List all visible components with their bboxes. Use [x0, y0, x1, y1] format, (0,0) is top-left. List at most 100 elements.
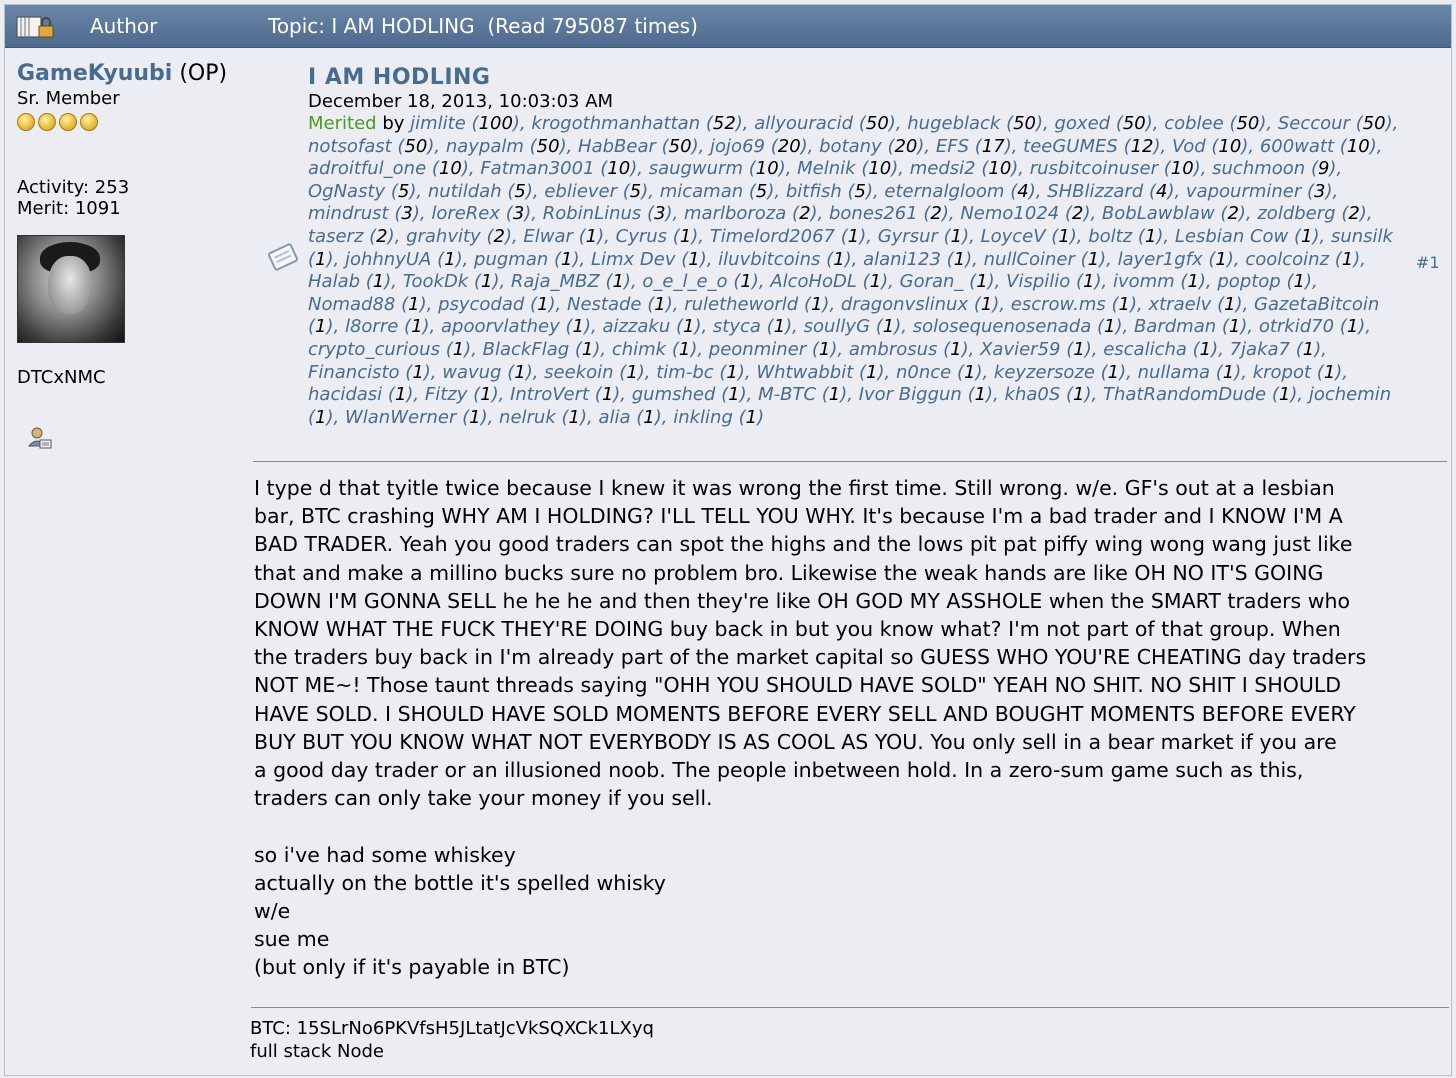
merit-user-link[interactable]: BlackFlag [483, 339, 570, 360]
merit-user-link[interactable]: Fitzy [425, 384, 468, 405]
merit-user-link[interactable]: styca [713, 316, 761, 337]
merit-user-link[interactable]: Gyrsur [878, 226, 938, 247]
merit-user-link[interactable]: zoldberg [1257, 203, 1335, 224]
merit-user-link[interactable]: ambrosus [849, 339, 938, 360]
merit-user-link[interactable]: hugeblack [907, 113, 1000, 134]
merit-user-link[interactable]: chimk [612, 339, 666, 360]
merit-user-link[interactable]: johhnyUA [345, 249, 431, 270]
merit-user-link[interactable]: psycodad [438, 294, 524, 315]
merit-user-link[interactable]: taserz [308, 226, 363, 247]
merit-user-link[interactable]: krogothmanhattan [531, 113, 700, 134]
poster-name-link[interactable]: GameKyuubi [17, 61, 172, 86]
merit-user-link[interactable]: dragonvslinux [841, 294, 968, 315]
merit-user-link[interactable]: inkling [673, 407, 733, 428]
merit-user-link[interactable]: Nomad88 [308, 294, 395, 315]
merit-user-link[interactable]: crypto_curious [308, 339, 440, 360]
merit-user-link[interactable]: Whtwabbit [756, 362, 853, 383]
merit-user-link[interactable]: soullyG [804, 316, 870, 337]
merit-user-link[interactable]: bones261 [829, 203, 918, 224]
merit-user-link[interactable]: goxed [1054, 113, 1110, 134]
merit-user-link[interactable]: Melnik [797, 158, 855, 179]
merit-user-link[interactable]: seekoin [544, 362, 613, 383]
merit-user-link[interactable]: keyzersoze [994, 362, 1095, 383]
merit-user-link[interactable]: Lesbian Cow [1175, 226, 1288, 247]
merit-user-link[interactable]: wavug [442, 362, 501, 383]
merit-user-link[interactable]: tim-bc [656, 362, 713, 383]
merit-user-link[interactable]: suchmoon [1212, 158, 1305, 179]
merit-user-link[interactable]: xtraelv [1148, 294, 1211, 315]
merit-user-link[interactable]: micaman [660, 181, 743, 202]
merit-user-link[interactable]: ThatRandomDude [1103, 384, 1266, 405]
merit-user-link[interactable]: aizzaku [602, 316, 670, 337]
merit-user-link[interactable]: allyouracid [754, 113, 853, 134]
merit-user-link[interactable]: mindrust [308, 203, 389, 224]
merit-user-link[interactable]: naypalm [446, 136, 524, 157]
merit-user-link[interactable]: Seccour [1278, 113, 1350, 134]
merit-user-link[interactable]: nelruk [499, 407, 556, 428]
merit-user-link[interactable]: gumshed [632, 384, 716, 405]
merit-user-link[interactable]: kha0S [1005, 384, 1061, 405]
merit-user-link[interactable]: l8orre [345, 316, 398, 337]
merit-user-link[interactable]: ebliever [544, 181, 617, 202]
merit-user-link[interactable]: layer1gfx [1118, 249, 1203, 270]
merit-user-link[interactable]: jochemin [1309, 384, 1391, 405]
merit-user-link[interactable]: RobinLinus [543, 203, 642, 224]
merit-user-link[interactable]: AlcoHoDL [770, 271, 857, 292]
merit-user-link[interactable]: alani123 [863, 249, 941, 270]
merit-user-link[interactable]: rusbitcoinuser [1030, 158, 1158, 179]
merit-user-link[interactable]: Ivor Biggun [859, 384, 962, 405]
merit-user-link[interactable]: iluvbitcoins [718, 249, 820, 270]
merit-user-link[interactable]: grahvity [406, 226, 481, 247]
post-number-link[interactable]: #1 [1416, 253, 1440, 272]
merit-user-link[interactable]: Timelord2067 [710, 226, 835, 247]
merit-user-link[interactable]: Fatman3001 [480, 158, 594, 179]
merit-user-link[interactable]: jojo69 [710, 136, 765, 157]
merit-user-link[interactable]: Raja_MBZ [511, 271, 600, 292]
merit-user-link[interactable]: hacidasi [308, 384, 382, 405]
merit-user-link[interactable]: peonminer [709, 339, 806, 360]
view-profile-icon[interactable] [27, 426, 247, 456]
merit-user-link[interactable]: IntroVert [510, 384, 589, 405]
merit-user-link[interactable]: BobLawblaw [1102, 203, 1215, 224]
merit-user-link[interactable]: nullama [1138, 362, 1210, 383]
merit-user-link[interactable]: Elwar [523, 226, 573, 247]
merit-user-link[interactable]: SHBlizzard [1047, 181, 1143, 202]
merit-user-link[interactable]: o_e_l_e_o [642, 271, 727, 292]
merit-user-link[interactable]: solosequenosenada [913, 316, 1092, 337]
merit-user-link[interactable]: WlanWerner [345, 407, 456, 428]
merit-user-link[interactable]: poptop [1217, 271, 1280, 292]
merit-user-link[interactable]: Vispilio [1006, 271, 1070, 292]
merit-user-link[interactable]: botany [819, 136, 882, 157]
merit-user-link[interactable]: notsofast [308, 136, 392, 157]
merit-user-link[interactable]: Nemo1024 [960, 203, 1059, 224]
merit-user-link[interactable]: loreRex [431, 203, 500, 224]
merit-user-link[interactable]: medsi2 [910, 158, 976, 179]
merit-user-link[interactable]: TookDk [403, 271, 469, 292]
merit-user-link[interactable]: vapourminer [1186, 181, 1301, 202]
post-title-link[interactable]: I AM HODLING [308, 65, 490, 90]
merit-user-link[interactable]: Goran_ [900, 271, 964, 292]
merit-user-link[interactable]: Financisto [308, 362, 400, 383]
merit-user-link[interactable]: kropot [1253, 362, 1311, 383]
merit-user-link[interactable]: Halab [308, 271, 360, 292]
merit-user-link[interactable]: eternalgloom [884, 181, 1004, 202]
merit-user-link[interactable]: nutildah [428, 181, 502, 202]
merit-user-link[interactable]: Bardman [1134, 316, 1216, 337]
merit-user-link[interactable]: otrkid70 [1259, 316, 1334, 337]
merit-user-link[interactable]: coolcoinz [1245, 249, 1329, 270]
merit-user-link[interactable]: pugman [474, 249, 548, 270]
merit-user-link[interactable]: 7jaka7 [1230, 339, 1290, 360]
merit-user-link[interactable]: bitfish [786, 181, 842, 202]
merit-user-link[interactable]: Limx Dev [591, 249, 676, 270]
merit-user-link[interactable]: nullCoiner [984, 249, 1075, 270]
merit-user-link[interactable]: Nestade [567, 294, 642, 315]
merit-user-link[interactable]: LoyceV [981, 226, 1046, 247]
merit-user-link[interactable]: coblee [1164, 113, 1223, 134]
merit-user-link[interactable]: escalicha [1103, 339, 1187, 360]
merit-user-link[interactable]: HabBear [578, 136, 656, 157]
merit-user-link[interactable]: boltz [1088, 226, 1132, 247]
merit-user-link[interactable]: EFS [936, 136, 969, 157]
merit-user-link[interactable]: adroitful_one [308, 158, 426, 179]
merit-user-link[interactable]: teeGUMES [1023, 136, 1118, 157]
merit-user-link[interactable]: saugwurm [649, 158, 743, 179]
